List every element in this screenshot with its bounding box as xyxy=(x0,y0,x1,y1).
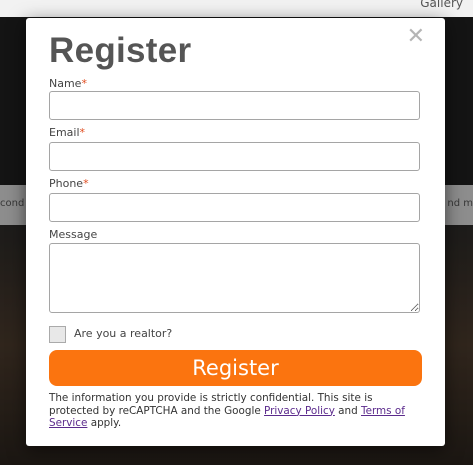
phone-label: Phone* xyxy=(49,177,89,190)
privacy-disclaimer: The information you provide is strictly … xyxy=(49,392,424,430)
email-label-text: Email xyxy=(49,126,80,139)
register-modal: ✕ Register Name* Email* Phone* Message A… xyxy=(26,18,445,446)
phone-label-text: Phone xyxy=(49,177,84,190)
register-submit-button[interactable]: Register xyxy=(49,350,422,386)
gallery-nav-link[interactable]: Gallery xyxy=(420,0,463,10)
required-mark: * xyxy=(81,77,87,90)
privacy-policy-link[interactable]: Privacy Policy xyxy=(264,405,335,417)
realtor-checkbox-label: Are you a realtor? xyxy=(74,327,173,340)
required-mark: * xyxy=(83,177,89,190)
realtor-checkbox[interactable] xyxy=(49,326,66,343)
name-label-text: Name xyxy=(49,77,82,90)
close-icon[interactable]: ✕ xyxy=(407,26,425,48)
required-mark: * xyxy=(79,126,86,139)
message-label: Message xyxy=(49,228,98,241)
modal-title: Register xyxy=(49,31,192,70)
disclaimer-text-2: and xyxy=(334,404,361,417)
email-input[interactable] xyxy=(49,142,420,171)
name-label: Name* xyxy=(49,77,87,90)
phone-input[interactable] xyxy=(49,193,420,222)
site-header-bar: Gallery xyxy=(0,0,473,17)
disclaimer-text-3: apply. xyxy=(87,417,122,429)
email-label: Email* xyxy=(49,126,85,139)
name-input[interactable] xyxy=(49,91,420,120)
message-textarea[interactable] xyxy=(49,243,420,313)
